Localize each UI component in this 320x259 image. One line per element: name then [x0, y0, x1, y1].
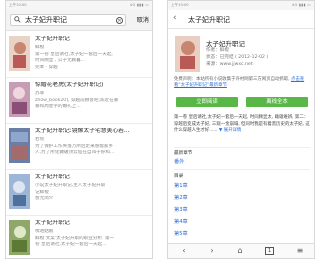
offline-download-button[interactable]: 离线全本 — [246, 97, 308, 107]
result-desc: 鲜橙 文案'太子妃升职的职业分析. 第一 — [35, 236, 115, 241]
cancel-button[interactable]: 取消 — [137, 15, 149, 24]
list-item[interactable]: 太子妃升职记 鲜橙 第一卷 皇后请社,太子妃一套后一天起, 时间顾显 , 公子无… — [6, 31, 152, 78]
result-desc: 卷 皇后请社,太子妃一套后一天起... — [35, 242, 107, 247]
result-desc: 时间顾显 , 公子无赖暮... — [35, 58, 86, 63]
status-time: 上午10:00 — [171, 3, 189, 7]
list-item[interactable]: 太子妃升职记 小说太子妃升职记,主人太子妃升职 记鲜橙 暂无简介 — [6, 169, 152, 216]
book-cover — [9, 174, 30, 209]
result-author: 苏菲 — [35, 91, 45, 96]
book-author: 作者：鲜橙 — [206, 48, 229, 53]
search-query: 太子妃升职记 — [25, 16, 67, 24]
toc-label: 目录 — [174, 174, 184, 179]
result-title: 惊婚花老虎(太子妃升职记) — [35, 82, 104, 88]
list-item[interactable]: 太子妃升职记:镜像太子宅慧美心若... 若瑶 为了保护工作失落万所后走来感能家乡… — [6, 123, 152, 170]
list-item[interactable]: 太子妃升职记 嘿咕姑娘 鲜橙 文案'太子妃升职的职业分析. 第一 卷 皇后请社,… — [6, 215, 152, 258]
status-bar: 上午10:00 4G ▮▮▮ ▭ — [168, 1, 314, 10]
result-author: 记鲜橙 — [35, 190, 49, 195]
chapter-item[interactable]: 第5章 — [174, 230, 310, 237]
latest-chapter-label: 最新章节 — [174, 151, 193, 156]
header-bar: ‹ 太子妃升职记 — [168, 10, 314, 29]
back-arrow-icon[interactable]: ‹ — [173, 14, 177, 23]
result-desc: 暴和周星宇的婚礼上... — [35, 104, 81, 109]
clear-icon[interactable]: ✕ — [116, 16, 123, 24]
disclaimer: 免费声明：本站所有小说收集于许村网第三方网页自动抓取, 点击查看“太子妃升职记”… — [174, 77, 312, 89]
page-title: 太子妃升职记 — [188, 16, 230, 24]
expand-label: 展开详情 — [223, 128, 242, 134]
chapter-item[interactable]: 第2章 — [174, 194, 310, 201]
book-cover — [175, 36, 200, 72]
search-icon — [14, 16, 21, 23]
search-results-screen: 上午10:00 4G ▮▮▮ ▭ 太子妃升职记 ✕ 取消 太子妃升职记 鲜橙 第… — [5, 0, 153, 259]
result-author: 嘿咕姑娘 — [35, 229, 54, 234]
result-desc: 第一卷 皇后请社,太子妃一套后一天起, — [35, 52, 113, 57]
chapter-item[interactable]: 第4章 — [174, 218, 310, 225]
result-desc: zhow_book20], 穿越前顾客吧,陈近在暴 — [35, 98, 119, 103]
forward-icon[interactable]: › — [204, 246, 220, 255]
result-author: 鲜橙 — [35, 45, 45, 50]
result-desc: 为了保护工作失落万所后走来感能家乡 — [35, 144, 114, 149]
result-title: 太子妃升职记 — [35, 174, 70, 180]
divider — [174, 147, 310, 148]
book-summary: 第一卷 皇后请社,太子妃一套后一天起, 时间顾显太, 雌雄难辨, 第二：穿越后变… — [174, 115, 310, 135]
divider — [174, 169, 310, 170]
expand-details-link[interactable]: ▼ 展开详情 — [219, 128, 241, 133]
result-desc: 人,为了所化做破顶云仙在自叫子好和... — [35, 150, 115, 155]
browser-toolbar: ‹ › ⌂ 1 ≡ — [168, 243, 314, 258]
status-time: 上午10:00 — [9, 3, 27, 7]
book-source: 来源：www.jjwxc.net — [206, 62, 253, 67]
result-desc: 暂无简介 — [35, 196, 54, 201]
status-indicators: 4G ▮▮▮ ▭ — [291, 3, 311, 7]
result-author: 若瑶 — [35, 137, 45, 142]
result-tags: 完本 · 穿越 — [35, 65, 58, 70]
latest-chapter-link[interactable]: 番外 — [174, 158, 310, 165]
disclaimer-text: 免费声明：本站所有小说收集于许村网第三方网页自动抓取, — [174, 77, 291, 82]
status-bar: 上午10:00 4G ▮▮▮ ▭ — [6, 1, 152, 10]
status-indicators: 4G ▮▮▮ ▭ — [129, 3, 149, 7]
home-icon[interactable]: ⌂ — [232, 246, 248, 255]
summary-text: 第一卷 皇后请社,太子妃一套后一天起, 时间顾显太, 雌雄难辨, 第二：穿越后变… — [174, 115, 310, 134]
result-title: 太子妃升职记 — [35, 36, 70, 42]
read-now-button[interactable]: 立即阅读 — [176, 97, 238, 107]
chapter-item[interactable]: 第3章 — [174, 206, 310, 213]
book-info: 太子妃升职记 作者：鲜橙 状态：已完结 ( 2012-12-02 ) 来源：ww… — [168, 29, 314, 77]
book-cover — [9, 128, 30, 163]
book-cover — [9, 220, 30, 255]
list-item[interactable]: 惊婚花老虎(太子妃升职记) 苏菲 zhow_book20], 穿越前顾客吧,陈近… — [6, 77, 152, 124]
book-detail-screen: 上午10:00 4G ▮▮▮ ▭ ‹ 太子妃升职记 太子妃升职记 作者：鲜橙 状… — [167, 0, 315, 259]
result-title: 太子妃升职记:镜像太子宅慧美心若... — [35, 128, 130, 134]
back-icon[interactable]: ‹ — [176, 246, 192, 255]
book-cover — [9, 36, 30, 71]
result-desc: 小说太子妃升职记,主人太子妃升职 — [35, 183, 106, 188]
book-cover — [9, 82, 30, 117]
search-bar: 太子妃升职记 ✕ 取消 — [6, 10, 152, 31]
book-title: 太子妃升职记 — [206, 40, 245, 48]
chapter-item[interactable]: 第1章 — [174, 182, 310, 189]
tabs-button[interactable]: 1 — [265, 247, 274, 255]
book-status: 状态：已完结 ( 2012-12-02 ) — [206, 55, 269, 60]
menu-icon[interactable]: ≡ — [292, 246, 308, 255]
result-title: 太子妃升职记 — [35, 220, 70, 226]
search-input[interactable]: 太子妃升职记 ✕ — [10, 14, 126, 26]
